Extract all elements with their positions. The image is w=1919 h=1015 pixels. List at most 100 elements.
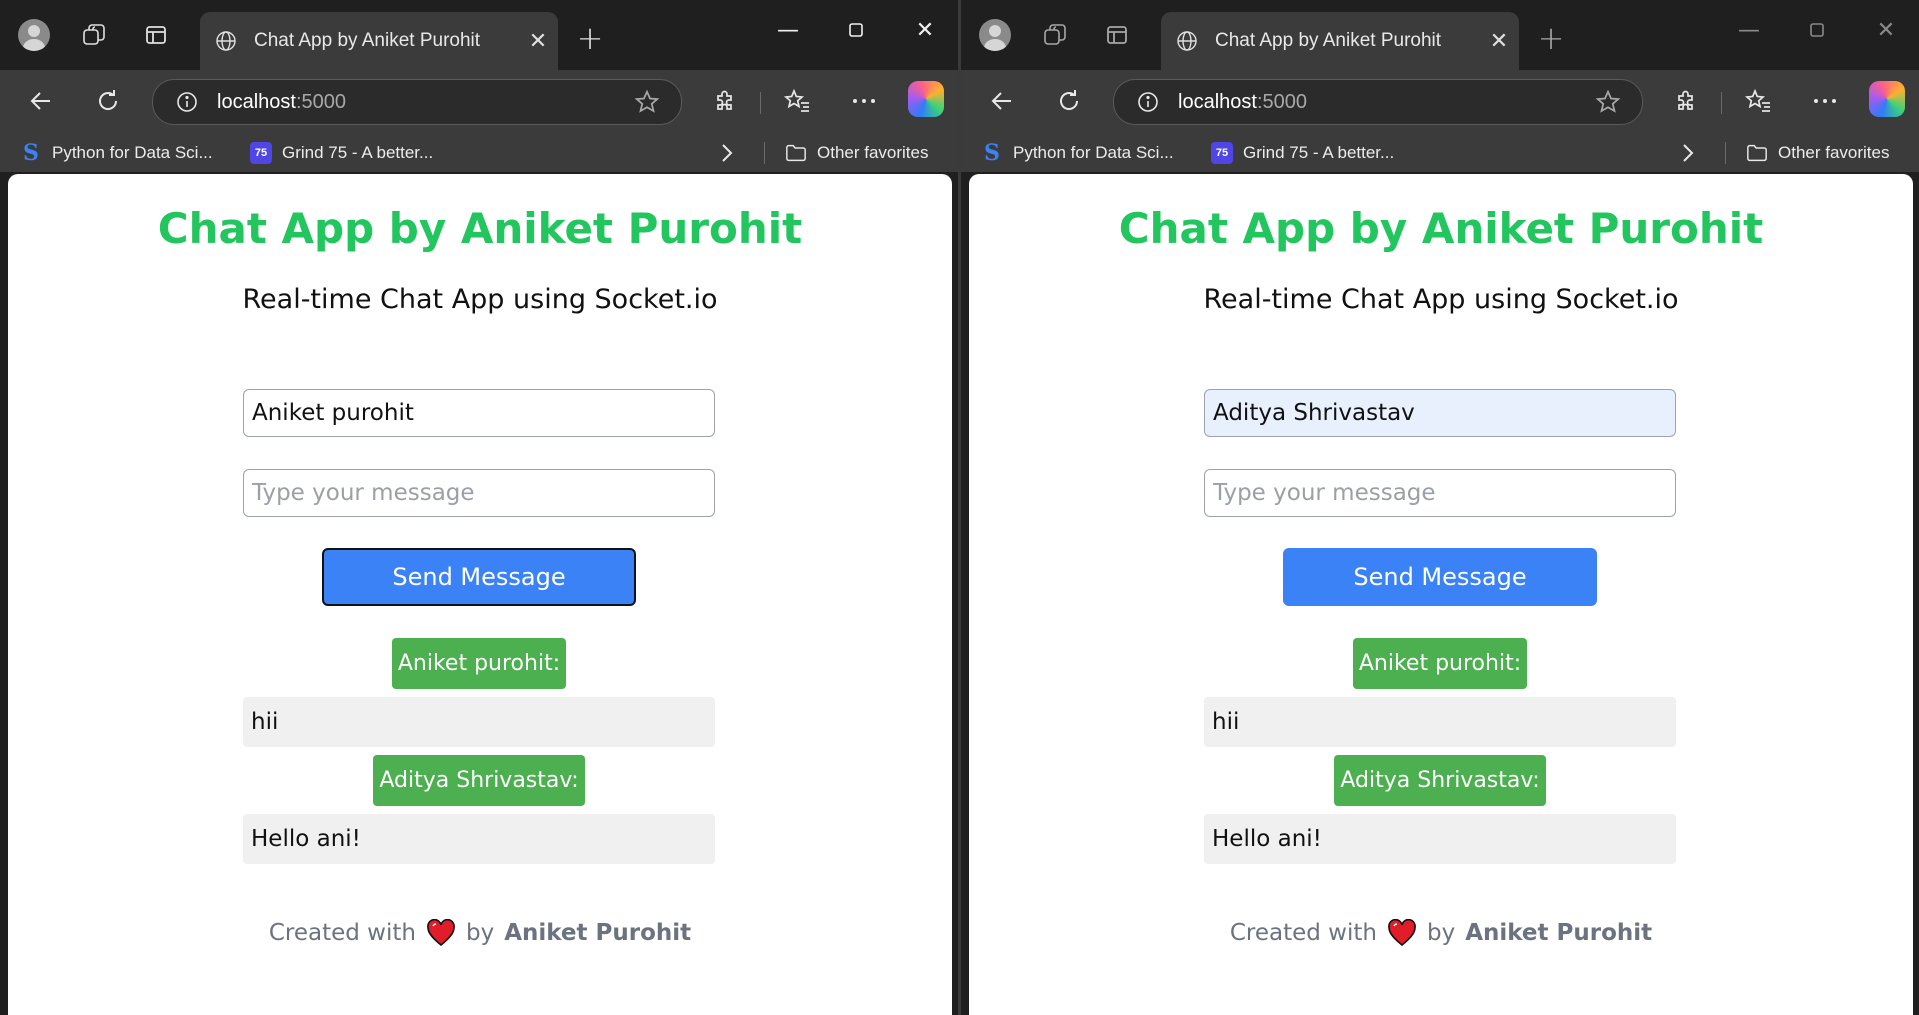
bookmark-label: Grind 75 - A better... xyxy=(1243,143,1395,162)
new-tab-button[interactable]: + xyxy=(570,18,610,58)
copilot-icon[interactable] xyxy=(908,81,944,117)
back-arrow-icon[interactable] xyxy=(981,80,1023,122)
message-item: Aniket purohit: hii xyxy=(1204,638,1676,747)
bookmark-grind75[interactable]: 75 Grind 75 - A better... xyxy=(1211,140,1394,166)
other-favorites-label: Other favorites xyxy=(1778,143,1890,162)
site-info-icon[interactable] xyxy=(175,90,199,114)
name-input[interactable] xyxy=(1204,389,1676,437)
app-subtitle: Real-time Chat App using Socket.io xyxy=(242,284,718,315)
tab-close-icon[interactable]: ✕ xyxy=(518,21,558,61)
s-logo-icon: S xyxy=(23,140,39,166)
other-favorites-folder[interactable]: Other favorites xyxy=(785,140,929,166)
message-text: hii xyxy=(243,697,715,747)
favorites-star-icon[interactable] xyxy=(776,80,818,122)
name-input[interactable] xyxy=(243,389,715,437)
nav-bar: localhost:5000 xyxy=(0,70,958,132)
bookmark-label: Grind 75 - A better... xyxy=(282,143,434,162)
workspaces-icon[interactable] xyxy=(76,17,112,53)
s-logo-icon: S xyxy=(984,140,1000,166)
maximize-button[interactable] xyxy=(1787,10,1847,50)
footer-by: by xyxy=(465,920,495,946)
message-item: Aditya Shrivastav: Hello ani! xyxy=(243,755,715,864)
heart-icon xyxy=(1387,919,1417,947)
grind75-logo-icon: 75 xyxy=(1211,142,1233,164)
new-tab-button[interactable]: + xyxy=(1531,18,1571,58)
refresh-icon[interactable] xyxy=(1048,80,1090,122)
message-text: hii xyxy=(1204,697,1676,747)
browser-window-left: Chat App by Aniket Purohit ✕ + — ✕ local… xyxy=(0,0,958,1015)
maximize-button[interactable] xyxy=(826,10,886,50)
toolbar-separator xyxy=(760,92,761,114)
title-bar: Chat App by Aniket Purohit ✕ + — ✕ xyxy=(0,0,958,70)
nav-bar: localhost:5000 xyxy=(961,70,1919,132)
back-arrow-icon[interactable] xyxy=(20,80,62,122)
send-message-button[interactable]: Send Message xyxy=(322,548,636,606)
tab-close-icon[interactable]: ✕ xyxy=(1479,21,1519,61)
favorites-star-icon[interactable] xyxy=(1737,80,1779,122)
copilot-icon[interactable] xyxy=(1869,81,1905,117)
bookmark-grind75[interactable]: 75 Grind 75 - A better... xyxy=(250,140,433,166)
bookmark-label: Python for Data Sci... xyxy=(52,143,213,162)
browser-window-right: Chat App by Aniket Purohit ✕ + — ✕ local… xyxy=(961,0,1919,1015)
message-input[interactable] xyxy=(1204,469,1676,517)
other-favorites-label: Other favorites xyxy=(817,143,929,162)
profile-avatar-icon[interactable] xyxy=(977,17,1013,53)
globe-icon xyxy=(214,29,238,53)
app-subtitle: Real-time Chat App using Socket.io xyxy=(1203,284,1679,315)
tab-active[interactable]: Chat App by Aniket Purohit ✕ xyxy=(200,12,558,70)
refresh-icon[interactable] xyxy=(87,80,129,122)
bookmarks-separator xyxy=(1725,142,1726,164)
workspaces-icon[interactable] xyxy=(1037,17,1073,53)
close-window-button[interactable]: ✕ xyxy=(895,10,955,50)
bookmarks-separator xyxy=(764,142,765,164)
site-info-icon[interactable] xyxy=(1136,90,1160,114)
profile-avatar-icon[interactable] xyxy=(16,17,52,53)
bookmarks-bar: S Python for Data Sci... 75 Grind 75 - A… xyxy=(0,132,958,172)
footer: Created with by Aniket Purohit xyxy=(969,919,1913,947)
more-ellipsis-icon[interactable] xyxy=(843,80,885,122)
minimize-button[interactable]: — xyxy=(1719,10,1779,50)
app-title: Chat App by Aniket Purohit xyxy=(157,204,803,253)
message-item: Aditya Shrivastav: Hello ani! xyxy=(1204,755,1676,864)
app-title: Chat App by Aniket Purohit xyxy=(1118,204,1764,253)
message-sender: Aniket purohit: xyxy=(1352,638,1528,689)
message-sender: Aditya Shrivastav: xyxy=(373,755,585,806)
add-favorite-star-icon[interactable] xyxy=(1594,88,1622,116)
address-bar[interactable]: localhost:5000 xyxy=(152,79,682,125)
title-bar: Chat App by Aniket Purohit ✕ + — ✕ xyxy=(961,0,1919,70)
message-list: Aniket purohit: hii Aditya Shrivastav: H… xyxy=(243,638,715,872)
footer-prefix: Created with xyxy=(1229,920,1377,946)
close-window-button[interactable]: ✕ xyxy=(1856,10,1916,50)
footer-prefix: Created with xyxy=(268,920,416,946)
tab-title: Chat App by Aniket Purohit xyxy=(254,30,481,51)
bookmarks-overflow-chevron-icon[interactable] xyxy=(1681,140,1695,166)
footer: Created with by Aniket Purohit xyxy=(8,919,952,947)
other-favorites-folder[interactable]: Other favorites xyxy=(1746,140,1890,166)
send-message-button[interactable]: Send Message xyxy=(1283,548,1597,606)
bookmarks-bar: S Python for Data Sci... 75 Grind 75 - A… xyxy=(961,132,1919,172)
message-list: Aniket purohit: hii Aditya Shrivastav: H… xyxy=(1204,638,1676,872)
message-sender: Aditya Shrivastav: xyxy=(1334,755,1546,806)
address-bar[interactable]: localhost:5000 xyxy=(1113,79,1643,125)
footer-author: Aniket Purohit xyxy=(504,920,692,946)
globe-icon xyxy=(1175,29,1199,53)
tab-actions-icon[interactable] xyxy=(1099,17,1135,53)
tab-actions-icon[interactable] xyxy=(138,17,174,53)
message-input[interactable] xyxy=(243,469,715,517)
bookmark-label: Python for Data Sci... xyxy=(1013,143,1174,162)
bookmarks-overflow-chevron-icon[interactable] xyxy=(720,140,734,166)
message-item: Aniket purohit: hii xyxy=(243,638,715,747)
add-favorite-star-icon[interactable] xyxy=(633,88,661,116)
message-text: Hello ani! xyxy=(1204,814,1676,864)
folder-icon xyxy=(1746,142,1768,164)
toolbar-separator xyxy=(1721,92,1722,114)
extensions-puzzle-icon[interactable] xyxy=(1665,80,1707,122)
bookmark-python-data-science[interactable]: S Python for Data Sci... xyxy=(981,140,1174,166)
bookmark-python-data-science[interactable]: S Python for Data Sci... xyxy=(20,140,213,166)
extensions-puzzle-icon[interactable] xyxy=(704,80,746,122)
more-ellipsis-icon[interactable] xyxy=(1804,80,1846,122)
page-content: Chat App by Aniket Purohit Real-time Cha… xyxy=(8,174,952,1015)
tab-active[interactable]: Chat App by Aniket Purohit ✕ xyxy=(1161,12,1519,70)
url-text: localhost:5000 xyxy=(217,90,346,113)
minimize-button[interactable]: — xyxy=(758,10,818,50)
